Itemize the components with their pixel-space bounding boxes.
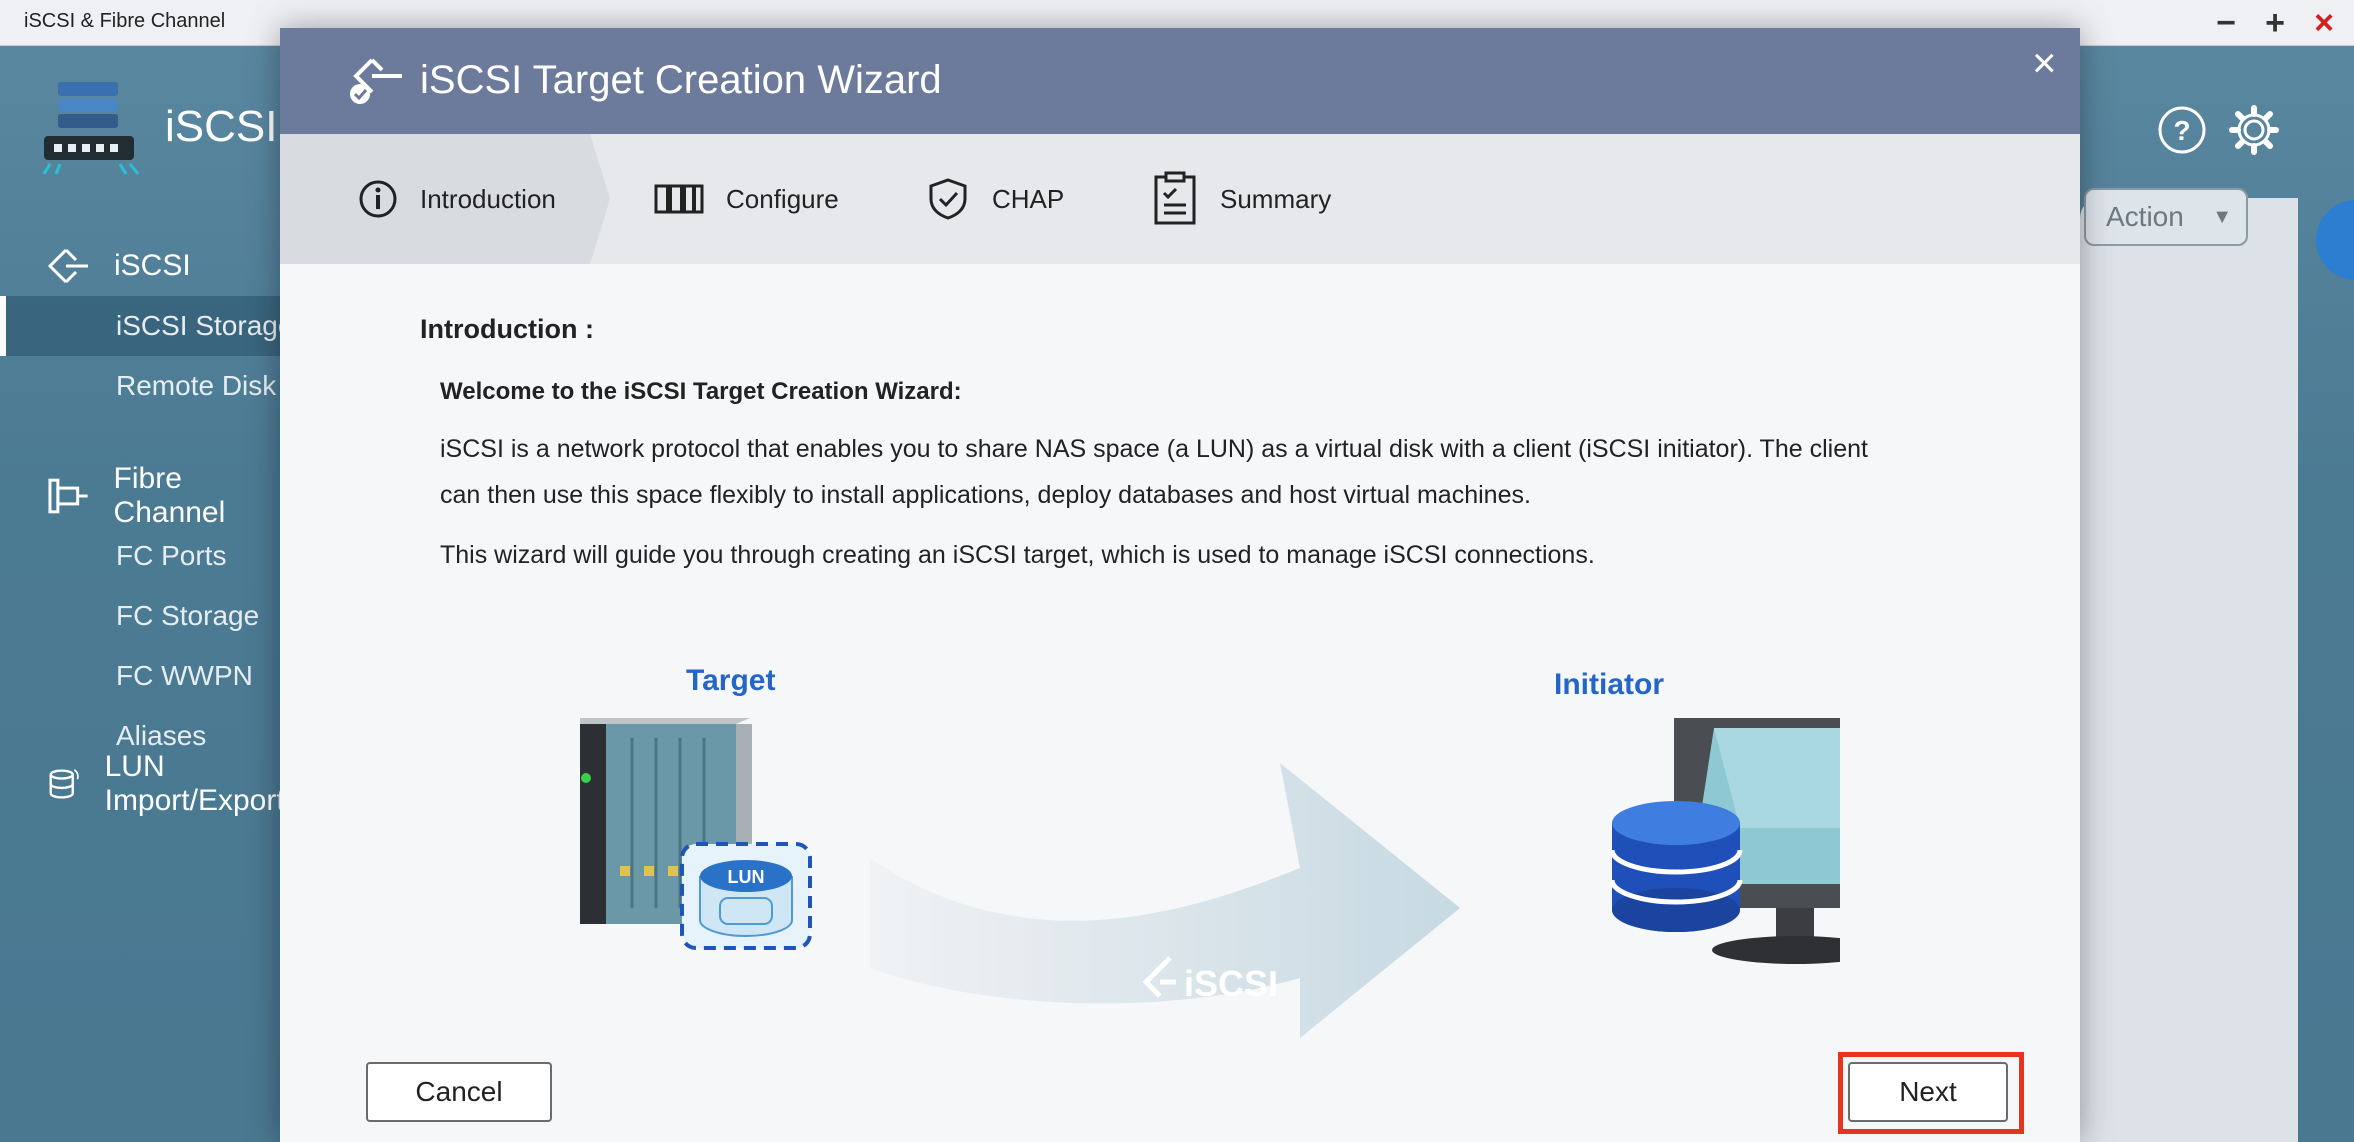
sidebar-group-lun-import: LUN Import/Export (0, 750, 300, 817)
next-button[interactable]: Next (1848, 1062, 2008, 1122)
sidebar-group-iscsi: iSCSI iSCSI Storage Remote Disk (0, 236, 300, 416)
intro-paragraph-2: This wizard will guide you through creat… (440, 541, 1595, 569)
lun-text: LUN (728, 867, 765, 887)
sidebar-item-iscsi-storage[interactable]: iSCSI Storage (0, 296, 300, 356)
app-name: iSCSI (165, 102, 278, 151)
diagram-initiator-label: Initiator (1554, 668, 1664, 701)
step-label: Introduction (420, 183, 556, 214)
chevron-down-icon: ▼ (2212, 206, 2232, 228)
clipboard-list-icon (1154, 171, 1196, 225)
lun-import-icon (49, 769, 79, 799)
intro-paragraph-line-1: iSCSI is a network protocol that enables… (440, 435, 1868, 463)
settings-gear-icon[interactable] (2228, 104, 2280, 156)
fibre-channel-icon (48, 478, 88, 514)
info-circle-icon (359, 180, 397, 218)
wizard-title: iSCSI Target Creation Wizard (420, 58, 942, 102)
lun-disk-icon: LUN (680, 842, 812, 950)
sidebar-item-fc-ports[interactable]: FC Ports (0, 526, 300, 586)
step-label: Configure (726, 183, 839, 214)
app-window-title: iSCSI & Fibre Channel (24, 10, 226, 32)
iscsi-diamond-icon (47, 248, 88, 284)
sidebar-head-label: iSCSI (114, 249, 191, 282)
cancel-button[interactable]: Cancel (366, 1062, 552, 1122)
iscsi-wizard-icon (350, 58, 402, 104)
content-panel (2080, 198, 2298, 1142)
action-dropdown-label: Action (2106, 201, 2184, 232)
welcome-heading: Welcome to the iSCSI Target Creation Wiz… (440, 378, 962, 405)
step-summary: Summary (1152, 134, 1331, 264)
action-dropdown[interactable]: Action ▼ (2084, 188, 2248, 246)
database-stack-icon (1609, 801, 1743, 932)
wizard-close-button[interactable]: × (2032, 42, 2057, 84)
minimize-button[interactable]: − (2208, 4, 2244, 42)
section-heading: Introduction : (420, 314, 594, 344)
sidebar-head-iscsi[interactable]: iSCSI (0, 236, 300, 296)
sidebar-head-lun-import[interactable]: LUN Import/Export (0, 750, 300, 817)
svg-text:?: ? (2173, 115, 2190, 146)
shield-check-icon (929, 178, 967, 220)
sidebar-head-fibre-channel[interactable]: Fibre Channel (0, 462, 300, 529)
sidebar-item-fc-wwpn-aliases[interactable]: FC WWPN Aliases (0, 646, 300, 751)
sidebar-head-label: Fibre Channel (113, 462, 226, 529)
maximize-button[interactable]: + (2257, 4, 2293, 42)
sidebar-group-fibre-channel: Fibre Channel FC Ports FC Storage FC WWP… (0, 462, 300, 751)
intro-paragraph-line-2: can then use this space flexibly to inst… (440, 481, 1531, 509)
help-icon[interactable]: ? (2156, 104, 2208, 156)
sidebar-head-label: LUN Import/Export (104, 750, 285, 817)
iscsi-arrow-graphic (870, 763, 1460, 1038)
configure-bars-icon (654, 184, 704, 214)
wizard-dialog: iSCSI Target Creation Wizard × Introduct… (280, 28, 2080, 1142)
step-chap: CHAP (926, 134, 1064, 264)
step-label: Summary (1220, 183, 1332, 214)
wizard-header: iSCSI Target Creation Wizard × (280, 28, 2080, 134)
step-label: CHAP (992, 183, 1065, 214)
diagram-target-label: Target (686, 664, 776, 697)
wizard-steps: Introduction Configure CHAP Summary (280, 134, 2080, 264)
sidebar-item-fc-storage[interactable]: FC Storage (0, 586, 300, 646)
arrow-text: iSCSI (1184, 963, 1278, 1004)
step-introduction: Introduction (358, 134, 556, 264)
close-window-button[interactable]: × (2306, 4, 2342, 42)
step-configure: Configure (654, 134, 839, 264)
app-logo-icon (42, 82, 140, 175)
sidebar-item-remote-disk[interactable]: Remote Disk (0, 356, 300, 416)
